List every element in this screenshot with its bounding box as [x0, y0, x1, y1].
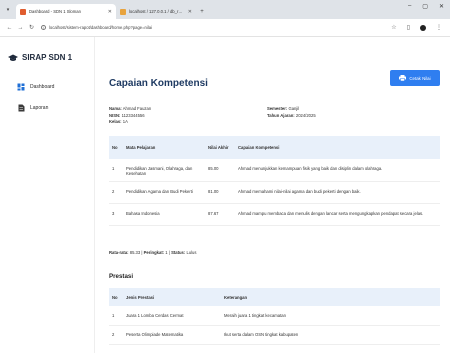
cell-subject: Bahasa Indonesia [123, 203, 205, 226]
profile-avatar[interactable] [420, 24, 426, 31]
site-info-icon[interactable]: i [41, 25, 46, 30]
main-content: Capaian Kompetensi Cetak Nilai Nama: Ahm… [95, 37, 450, 353]
student-name: Ahmad Fauzan [122, 106, 152, 111]
url-text: localhost/sistem-rapot/dashboard/home.ph… [49, 25, 153, 30]
cell-competency: Ahmad mampu membaca dan menulis dengan l… [235, 203, 440, 226]
graduation-cap-icon [8, 54, 18, 61]
col-subject: Mata Pelajaran [123, 136, 205, 159]
cell-achievement: Juara 1 Lomba Cerdas Cermat [123, 306, 221, 326]
cell-score: 85.00 [205, 159, 235, 182]
cell-no: 1 [109, 159, 123, 182]
sidebar: SIRAP SDN 1 Dashboard Laporan [0, 37, 95, 353]
cell-achievement: Peserta Olimpiade Matematika [123, 325, 221, 345]
close-tab-icon[interactable]: ✕ [108, 9, 112, 15]
cell-score: 81.00 [205, 181, 235, 204]
sidebar-menu: Dashboard Laporan [0, 76, 94, 118]
forward-icon[interactable]: → [15, 25, 26, 31]
student-class: 1A [122, 119, 128, 124]
printer-icon [399, 75, 407, 81]
brand: SIRAP SDN 1 [0, 53, 94, 62]
print-label: Cetak Nilai [409, 75, 431, 81]
average-value: 85.33 [129, 250, 141, 255]
dashboard-icon [17, 83, 25, 91]
site-favicon-icon [120, 8, 126, 15]
semester-label: Semester: [267, 106, 288, 111]
report-icon [17, 104, 25, 112]
rank-label: Peringkat: [143, 250, 165, 255]
close-tab-icon[interactable]: ✕ [188, 9, 192, 15]
address-bar: ← → ↻ i localhost/sistem-rapot/dashboard… [0, 19, 450, 37]
table-row: 1 Juara 1 Lomba Cerdas Cermat Meraih jua… [109, 306, 440, 326]
more-menu-icon[interactable]: ⋮ [436, 24, 442, 31]
browser-tabbar: ▾ Dashboard - SDN 1 Sloman ✕ localhost /… [0, 0, 450, 19]
cell-no: 2 [109, 325, 123, 345]
reload-icon[interactable]: ↻ [26, 24, 37, 31]
new-tab-button[interactable]: + [196, 4, 208, 19]
rank-value: 1 [165, 250, 168, 255]
tab-title: Dashboard - SDN 1 Sloman [29, 9, 81, 14]
table-row: 3 Bahasa Indonesia 87.67 Ahmad mampu mem… [109, 203, 440, 226]
achievements-table: No Jenis Prestasi Keterangan 1 Juara 1 L… [109, 288, 440, 345]
back-icon[interactable]: ← [4, 25, 15, 31]
col-note: Keterangan [221, 288, 440, 306]
maximize-icon[interactable]: ▢ [422, 3, 428, 10]
student-nisn: 1123344556 [121, 112, 145, 118]
cell-no: 3 [109, 203, 123, 226]
close-window-icon[interactable]: ✕ [439, 3, 444, 10]
app-root: SIRAP SDN 1 Dashboard Laporan Capaian Ko… [0, 37, 450, 353]
sidebar-item-dashboard[interactable]: Dashboard [0, 76, 94, 97]
cell-no: 2 [109, 181, 123, 204]
cell-competency: Ahmad menunjukkan kemampuan fisik yang b… [235, 159, 440, 182]
nisn-label: NISN: [109, 112, 121, 118]
brand-name: SIRAP SDN 1 [22, 53, 73, 62]
page-title: Capaian Kompetensi [109, 78, 208, 89]
cell-subject: Pendidikan Jasmani, Olahraga, dan Keseha… [123, 159, 205, 182]
cell-note: Ikut serta dalam OSN tingkat kabupaten [221, 325, 440, 345]
cell-subject: Pendidikan Agama dan Budi Pekerti [123, 181, 205, 204]
grades-header-row: No Mata Pelajaran Nilai Akhir Capaian Ko… [109, 136, 440, 159]
minimize-icon[interactable]: – [408, 3, 411, 10]
status-value: Lulus [186, 250, 197, 255]
col-no: No [109, 136, 123, 159]
col-achievement: Jenis Prestasi [123, 288, 221, 306]
site-favicon-icon [20, 8, 26, 15]
grades-table: No Mata Pelajaran Nilai Akhir Capaian Ko… [109, 136, 440, 226]
student-info: Nama: Ahmad Fauzan NISN: 1123344556 Kela… [109, 106, 151, 126]
window-controls: – ▢ ✕ [408, 3, 444, 10]
semester-info: Semester: Ganjil Tahun Ajaran: 2024/2025 [267, 106, 316, 119]
average-label: Rata-rata: [109, 250, 129, 255]
cell-note: Meraih juara 1 tingkat kecamatan [221, 306, 440, 326]
col-competency: Capaian Kompetensi [235, 136, 440, 159]
name-label: Nama: [109, 106, 122, 111]
semester-value: Ganjil [288, 106, 300, 111]
year-value: 2024/2025 [295, 112, 316, 118]
cell-no: 1 [109, 306, 123, 326]
extensions-icon[interactable]: ▯ [407, 24, 410, 31]
table-row: 2 Peserta Olimpiade Matematika Ikut sert… [109, 325, 440, 345]
browser-tab-dashboard[interactable]: Dashboard - SDN 1 Sloman ✕ [16, 4, 116, 19]
achievements-header-row: No Jenis Prestasi Keterangan [109, 288, 440, 306]
class-label: Kelas: [109, 119, 122, 124]
print-grades-button[interactable]: Cetak Nilai [390, 70, 440, 86]
col-no: No [109, 288, 123, 306]
table-row: 1 Pendidikan Jasmani, Olahraga, dan Kese… [109, 159, 440, 182]
cell-score: 87.67 [205, 203, 235, 226]
achievements-title: Prestasi [109, 273, 134, 280]
sidebar-item-label: Laporan [30, 104, 49, 111]
grade-summary: Rata-rata: 85.33 | Peringkat: 1 | Status… [109, 250, 197, 255]
year-label: Tahun Ajaran: [267, 112, 295, 118]
col-score: Nilai Akhir [205, 136, 235, 159]
url-field[interactable]: i localhost/sistem-rapot/dashboard/home.… [41, 25, 391, 30]
table-row: 2 Pendidikan Agama dan Budi Pekerti 81.0… [109, 181, 440, 204]
tab-title: localhost / 127.0.0.1 / db_rapor [129, 9, 185, 14]
browser-tab-phpmyadmin[interactable]: localhost / 127.0.0.1 / db_rapor ✕ [116, 4, 196, 19]
sidebar-item-laporan[interactable]: Laporan [0, 97, 94, 118]
bookmark-star-icon[interactable]: ☆ [391, 24, 396, 31]
status-label: Status: [171, 250, 186, 255]
cell-competency: Ahmad memahami nilai-nilai agama dan bud… [235, 181, 440, 204]
sidebar-item-label: Dashboard [30, 83, 55, 90]
tab-search-icon[interactable]: ▾ [0, 0, 16, 19]
